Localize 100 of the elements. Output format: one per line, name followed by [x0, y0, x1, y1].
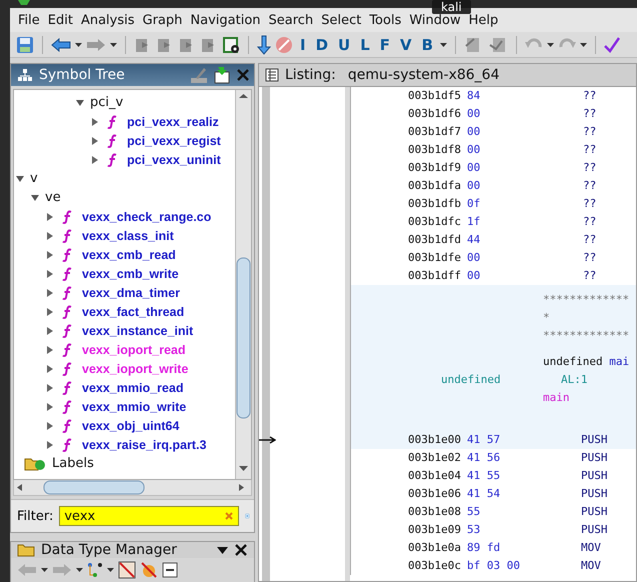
- listing-row[interactable]: 003b1e00 41 57 PUSH: [350, 431, 636, 449]
- listing-row[interactable]: 003b1df8 00 ??: [350, 141, 636, 159]
- expand-toggle-icon[interactable]: [46, 402, 54, 410]
- expand-toggle-icon[interactable]: [91, 118, 99, 126]
- tree-item[interactable]: vexx_raise_irq.part.3: [82, 438, 206, 452]
- menu-item[interactable]: Analysis: [76, 12, 139, 28]
- checkmark-icon[interactable]: [604, 36, 620, 52]
- tree-item[interactable]: pci_vexx_regist: [127, 134, 221, 148]
- caret-icon[interactable]: [547, 42, 554, 46]
- caret-icon[interactable]: [217, 546, 228, 554]
- listing-row[interactable]: 003b1e08 55 PUSH: [350, 503, 636, 521]
- listing-row[interactable]: 003b1e09 53 PUSH: [350, 521, 636, 539]
- labels-icon: [24, 456, 46, 471]
- listing-row[interactable]: 003b1e02 41 56 PUSH: [350, 449, 636, 467]
- pencil-icon[interactable]: [190, 66, 208, 84]
- menu-item[interactable]: Edit: [44, 12, 77, 28]
- listing-row[interactable]: 003b1df5 84 ??: [350, 87, 636, 105]
- expand-toggle-icon[interactable]: [16, 174, 24, 182]
- menu-item[interactable]: Tools: [365, 12, 406, 28]
- tree-item[interactable]: vexx_cmb_write: [82, 266, 179, 280]
- crossed-out-icon[interactable]: [140, 561, 158, 579]
- tree-item[interactable]: ve: [45, 190, 61, 205]
- toolbar-button[interactable]: L: [357, 34, 373, 54]
- expand-toggle-icon[interactable]: [46, 212, 54, 220]
- crossed-out-icon[interactable]: [118, 561, 136, 579]
- tree-item[interactable]: vexx_ioport_read: [82, 342, 186, 356]
- listing-row[interactable]: 003b1dfd 44 ??: [350, 231, 636, 249]
- menu-item[interactable]: Window: [405, 12, 465, 28]
- menu-item[interactable]: Navigation: [186, 12, 265, 28]
- tree-item[interactable]: pci_v: [90, 95, 124, 110]
- caret-icon[interactable]: [76, 568, 83, 572]
- listing-row[interactable]: 003b1df9 00 ??: [350, 159, 636, 177]
- listing-row[interactable]: 003b1dfb 0f ??: [350, 195, 636, 213]
- tree-item[interactable]: Labels: [52, 456, 94, 471]
- clear-icon[interactable]: [225, 512, 234, 520]
- expand-toggle-icon[interactable]: [46, 346, 54, 354]
- caret-icon[interactable]: [75, 42, 82, 46]
- toolbar-button[interactable]: V: [397, 34, 415, 54]
- listing-row[interactable]: 003b1dfc 1f ??: [350, 213, 636, 231]
- expand-toggle-icon[interactable]: [91, 136, 99, 144]
- menu-item[interactable]: Graph: [138, 12, 186, 28]
- menu-item[interactable]: Select: [317, 12, 366, 28]
- tree-item[interactable]: vexx_mmio_write: [82, 400, 186, 414]
- collapse-icon[interactable]: [162, 562, 178, 578]
- tree-item[interactable]: pci_vexx_realiz: [127, 114, 219, 128]
- filter-field[interactable]: vexx: [59, 506, 240, 526]
- tree-item[interactable]: vexx_cmb_read: [82, 248, 176, 262]
- expand-toggle-icon[interactable]: [46, 422, 54, 430]
- save-icon[interactable]: [16, 36, 34, 54]
- caret-icon[interactable]: [41, 568, 48, 572]
- function-icon: [62, 286, 72, 300]
- caret-icon[interactable]: [580, 42, 588, 46]
- toolbar-button[interactable]: B: [418, 34, 436, 54]
- nodes-icon[interactable]: [87, 562, 103, 578]
- tree-item[interactable]: vexx_fact_thread: [82, 304, 184, 318]
- expand-toggle-icon[interactable]: [46, 250, 54, 258]
- listing-row[interactable]: 003b1dfa 00 ??: [350, 177, 636, 195]
- expand-toggle-icon[interactable]: [46, 440, 54, 448]
- document-icon[interactable]: [214, 66, 230, 84]
- document-icon[interactable]: [222, 36, 240, 54]
- expand-toggle-icon[interactable]: [46, 270, 54, 278]
- tree-item[interactable]: v: [30, 171, 38, 186]
- down-arrow-icon[interactable]: [257, 34, 271, 54]
- toolbar-button[interactable]: U: [335, 34, 354, 54]
- menu-item[interactable]: Help: [464, 12, 502, 28]
- listing-row[interactable]: 003b1df6 00 ??: [350, 105, 636, 123]
- expand-toggle-icon[interactable]: [91, 156, 99, 164]
- listing-row[interactable]: 003b1e06 41 54 PUSH: [350, 485, 636, 503]
- back-arrow-icon[interactable]: [51, 38, 71, 52]
- expand-toggle-icon[interactable]: [46, 308, 54, 316]
- listing-row[interactable]: 003b1dfe 00 ??: [350, 249, 636, 267]
- listing-row[interactable]: 003b1e0a 89 fd MOV: [350, 539, 636, 557]
- tree-item[interactable]: vexx_obj_uint64: [82, 418, 180, 432]
- caret-icon[interactable]: [440, 42, 448, 46]
- expand-toggle-icon[interactable]: [46, 384, 54, 392]
- tree-item[interactable]: vexx_class_init: [82, 228, 174, 242]
- expand-toggle-icon[interactable]: [46, 326, 54, 334]
- menu-item[interactable]: Search: [264, 12, 318, 28]
- tree-item[interactable]: vexx_dma_timer: [82, 286, 180, 300]
- tree-item[interactable]: pci_vexx_uninit: [127, 152, 221, 166]
- expand-toggle-icon[interactable]: [46, 288, 54, 296]
- expand-toggle-icon[interactable]: [31, 194, 39, 202]
- toolbar-button[interactable]: I: [297, 34, 309, 54]
- expand-toggle-icon[interactable]: [46, 364, 54, 372]
- toolbar-button[interactable]: F: [376, 34, 394, 54]
- expand-toggle-icon[interactable]: [76, 98, 84, 106]
- function-icon: [62, 266, 72, 280]
- tree-item[interactable]: vexx_mmio_read: [82, 380, 184, 394]
- listing-row[interactable]: 003b1e0c bf 03 00 MOV: [350, 557, 636, 575]
- close-icon[interactable]: [234, 543, 248, 557]
- listing-row[interactable]: 003b1df7 00 ??: [350, 123, 636, 141]
- tree-item[interactable]: vexx_check_range.co: [82, 210, 212, 224]
- menu-item[interactable]: File: [14, 12, 44, 28]
- caret-icon[interactable]: [107, 568, 114, 572]
- caret-icon[interactable]: [110, 42, 117, 46]
- tree-item[interactable]: vexx_instance_init: [82, 324, 194, 338]
- tree-item[interactable]: vexx_ioport_write: [82, 362, 188, 376]
- listing-row[interactable]: 003b1e04 41 55 PUSH: [350, 467, 636, 485]
- toolbar-button[interactable]: D: [312, 34, 332, 54]
- expand-toggle-icon[interactable]: [46, 232, 54, 240]
